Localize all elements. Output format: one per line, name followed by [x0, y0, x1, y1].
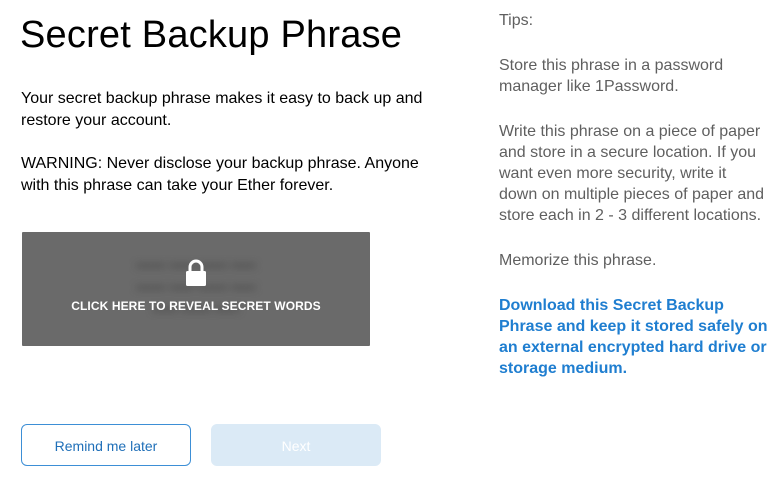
next-button[interactable]: Next	[211, 424, 381, 466]
backup-phrase-page: Secret Backup Phrase Your secret backup …	[0, 0, 781, 492]
remind-me-later-button[interactable]: Remind me later	[21, 424, 191, 466]
description-text: Your secret backup phrase makes it easy …	[21, 90, 423, 129]
warning-text: WARNING: Never disclose your backup phra…	[21, 155, 419, 194]
download-backup-phrase-link[interactable]: Download this Secret Backup Phrase and k…	[499, 295, 769, 379]
reveal-secret-words-label[interactable]: CLICK HERE TO REVEAL SECRET WORDS	[22, 299, 370, 313]
blurred-secret-words: •••••• ••••• •••••• ••••• •••••• ••••• •…	[22, 232, 370, 346]
tip-memorize: Memorize this phrase.	[499, 252, 657, 269]
tips-panel: Tips: Store this phrase in a password ma…	[499, 10, 769, 379]
page-title: Secret Backup Phrase	[20, 14, 403, 56]
reveal-secret-words-area[interactable]: •••••• ••••• •••••• ••••• •••••• ••••• •…	[22, 232, 370, 346]
tip-paper-backup: Write this phrase on a piece of paper an…	[499, 123, 765, 224]
tips-heading: Tips:	[499, 12, 534, 29]
lock-icon[interactable]	[184, 259, 208, 287]
tip-password-manager: Store this phrase in a password manager …	[499, 57, 724, 95]
